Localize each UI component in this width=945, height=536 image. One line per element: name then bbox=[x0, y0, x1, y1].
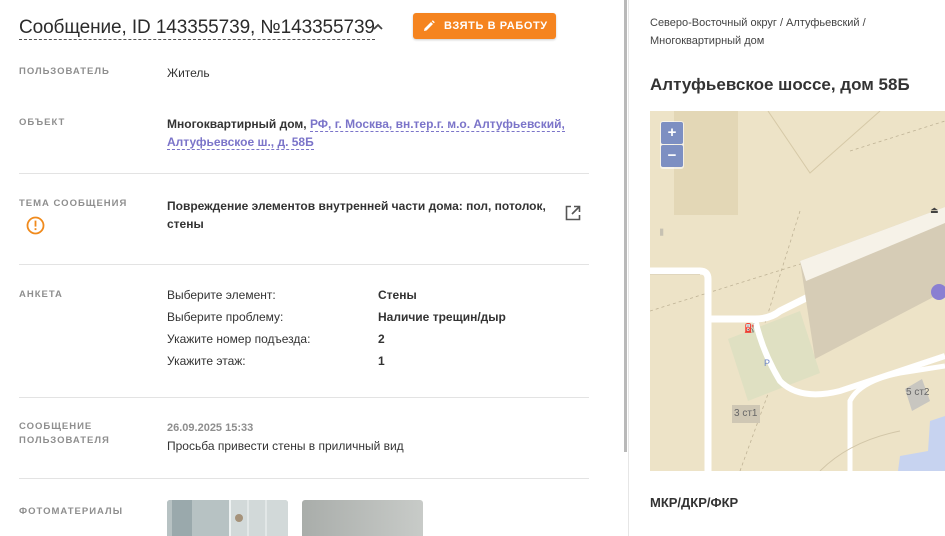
photo-image bbox=[167, 500, 288, 536]
svg-text:⏏: ⏏ bbox=[930, 206, 939, 216]
user-value: Житель bbox=[167, 66, 210, 80]
photo-image bbox=[302, 500, 423, 536]
location-panel: Северо-Восточный округ / Алтуфьевский / … bbox=[629, 0, 945, 536]
object-label: ОБЪЕКТ bbox=[19, 117, 66, 128]
divider bbox=[19, 173, 589, 174]
survey-answer: 2 bbox=[378, 332, 385, 346]
map-building-label: 5 ст2 bbox=[906, 387, 930, 398]
take-to-work-label: ВЗЯТЬ В РАБОТУ bbox=[444, 20, 548, 32]
take-to-work-button[interactable]: ВЗЯТЬ В РАБОТУ bbox=[413, 13, 556, 39]
warning-circle-icon bbox=[26, 216, 45, 235]
map-canvas: ⏏ ⛽ ⫼ bbox=[650, 111, 945, 471]
photo-thumbnail-1[interactable] bbox=[167, 500, 288, 536]
location-address: Алтуфьевское шоссе, дом 58Б bbox=[650, 75, 910, 94]
scrollbar[interactable] bbox=[624, 0, 627, 452]
parking-icon: P bbox=[764, 358, 771, 368]
object-value: Многоквартирный дом, РФ, г. Москва, вн.т… bbox=[167, 115, 587, 151]
user-message-label: СООБЩЕНИЕ ПОЛЬЗОВАТЕЛЯ bbox=[19, 420, 110, 448]
survey-label: АНКЕТА bbox=[19, 289, 63, 300]
divider bbox=[19, 397, 589, 398]
chevron-up-icon[interactable] bbox=[371, 20, 385, 34]
pencil-icon bbox=[424, 20, 435, 31]
survey-question: Укажите номер подъезда: bbox=[167, 332, 311, 346]
zoom-out-button[interactable]: − bbox=[661, 145, 683, 167]
topic-line-1: Повреждение элементов внутренней части д… bbox=[167, 199, 546, 213]
survey-question: Выберите элемент: bbox=[167, 288, 276, 302]
photo-thumbnail-2[interactable] bbox=[302, 500, 423, 536]
user-message-label-1: СООБЩЕНИЕ bbox=[19, 421, 93, 432]
svg-text:⛽: ⛽ bbox=[744, 322, 755, 334]
message-header: Сообщение, ID 143355739, №143355739 ВЗЯТ… bbox=[19, 13, 619, 43]
object-type: Многоквартирный дом, bbox=[167, 117, 307, 131]
breadcrumb-line-1[interactable]: Северо-Восточный округ / Алтуфьевский / bbox=[650, 17, 866, 29]
survey-answer: 1 bbox=[378, 354, 385, 368]
message-date: 26.09.2025 15:33 bbox=[167, 422, 254, 434]
message-title[interactable]: Сообщение, ID 143355739, №143355739 bbox=[19, 17, 375, 40]
repair-program-label: МКР/ДКР/ФКР bbox=[650, 495, 739, 510]
breadcrumb-line-2[interactable]: Многоквартирный дом bbox=[650, 35, 764, 47]
user-message-label-2: ПОЛЬЗОВАТЕЛЯ bbox=[19, 435, 110, 446]
object-address-link-1[interactable]: РФ, г. Москва, вн.тер.г. м.о. Алтуфьевск… bbox=[309, 117, 565, 132]
svg-text:⫼: ⫼ bbox=[660, 228, 664, 237]
topic-label: ТЕМА СООБЩЕНИЯ bbox=[19, 198, 128, 209]
zoom-in-button[interactable]: + bbox=[661, 122, 683, 144]
map-building-label: 3 ст1 bbox=[734, 408, 758, 419]
message-panel: Сообщение, ID 143355739, №143355739 ВЗЯТ… bbox=[0, 0, 626, 536]
message-text: Просьба привести стены в приличный вид bbox=[167, 439, 404, 453]
breadcrumb: Северо-Восточный округ / Алтуфьевский / … bbox=[650, 14, 940, 50]
object-address-link-2[interactable]: Алтуфьевское ш., д. 58Б bbox=[167, 135, 314, 150]
survey-answer: Наличие трещин/дыр bbox=[378, 310, 506, 324]
divider bbox=[19, 478, 589, 479]
user-label: ПОЛЬЗОВАТЕЛЬ bbox=[19, 66, 110, 77]
survey-question: Выберите проблему: bbox=[167, 310, 284, 324]
topic-value: Повреждение элементов внутренней части д… bbox=[167, 197, 557, 233]
photos-label: ФОТОМАТЕРИАЛЫ bbox=[19, 506, 124, 517]
map-zoom-control: + − bbox=[660, 121, 684, 169]
survey-answer: Стены bbox=[378, 288, 417, 302]
survey-question: Укажите этаж: bbox=[167, 354, 246, 368]
topic-line-2: стены bbox=[167, 217, 204, 231]
open-external-icon[interactable] bbox=[564, 204, 582, 222]
map[interactable]: ⏏ ⛽ ⫼ 3 ст1 5 ст2 P + − bbox=[650, 111, 945, 471]
divider bbox=[19, 264, 589, 265]
